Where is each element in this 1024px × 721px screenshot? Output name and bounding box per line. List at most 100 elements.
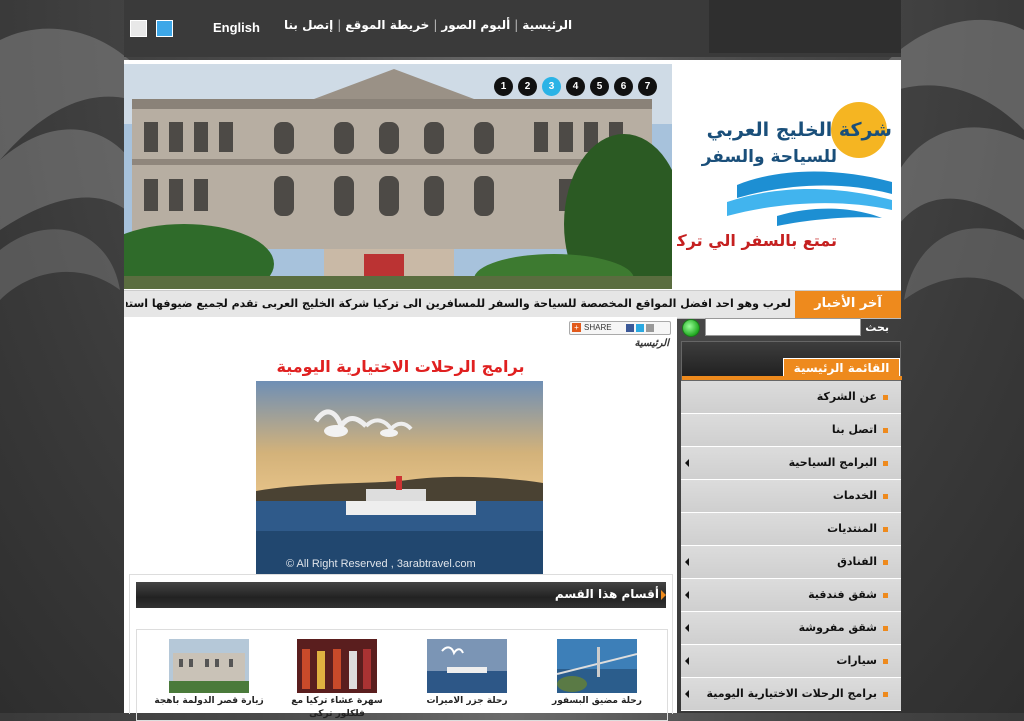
share-button[interactable]: + SHARE bbox=[569, 321, 671, 335]
page-wrapper: English الرئيسية|ألبوم الصور|خريطة الموق… bbox=[124, 0, 902, 721]
header-arrow-icon bbox=[661, 590, 666, 600]
bullet-icon bbox=[883, 593, 888, 598]
twitter-icon[interactable] bbox=[635, 323, 644, 332]
dolmabahce-image bbox=[169, 639, 249, 693]
palace-image bbox=[124, 64, 672, 289]
style-switch-light[interactable] bbox=[130, 20, 147, 37]
slider-page-3[interactable]: 3 bbox=[542, 77, 561, 96]
subsections-grid: رحلة مضيق البسفور رحلة جزر الاميرات سهرة… bbox=[136, 629, 668, 721]
menu-item[interactable]: الفنادق bbox=[681, 546, 901, 579]
breadcrumb[interactable]: الرئيسية bbox=[635, 338, 669, 349]
news-ticker-text[interactable]: لعرب وهو احد افضل المواقع المخصصة للسياح… bbox=[126, 297, 791, 310]
photo-watermark: © All Right Reserved , 3arabtravel.com bbox=[286, 558, 476, 570]
bullet-icon bbox=[883, 692, 888, 697]
menu-item-label: شقق فندقية bbox=[808, 588, 877, 601]
menu-item-label: المنتديات bbox=[827, 522, 877, 535]
email-icon[interactable] bbox=[645, 323, 654, 332]
subsections-box: أقسام هذا القسم رحلة مضيق البسفور رحلة ج… bbox=[129, 574, 673, 721]
seagulls-photo: © All Right Reserved , 3arabtravel.com bbox=[256, 381, 543, 574]
nav-home[interactable]: الرئيسية bbox=[522, 18, 572, 32]
main-content: + SHARE الرئيسية برامج الرحلات الاختيارية… bbox=[124, 317, 677, 721]
nav-photo-album[interactable]: ألبوم الصور bbox=[441, 18, 510, 32]
thumb-dolmabahce[interactable]: زيارة قصر الدولمة باهجة bbox=[149, 639, 269, 708]
slider-page-4[interactable]: 4 bbox=[566, 77, 585, 96]
bullet-icon bbox=[883, 626, 888, 631]
slider-page-6[interactable]: 6 bbox=[614, 77, 633, 96]
logo-graphic: شركة الخليج العربي للسياحة والسفر تمتع ب… bbox=[665, 102, 892, 251]
menu-item-label: شقق مفروشة bbox=[798, 621, 877, 634]
slider-page-5[interactable]: 5 bbox=[590, 77, 609, 96]
subsections-title: أقسام هذا القسم bbox=[554, 587, 659, 601]
subsections-header: أقسام هذا القسم bbox=[136, 582, 666, 608]
submenu-arrow-icon bbox=[685, 459, 689, 467]
bosphorus-image bbox=[557, 639, 637, 693]
bullet-icon bbox=[883, 395, 888, 400]
top-bar-panel bbox=[709, 0, 901, 53]
bullet-icon bbox=[883, 428, 888, 433]
bullet-icon bbox=[883, 494, 888, 499]
menu-item-label: البرامج السياحية bbox=[788, 456, 877, 469]
submenu-arrow-icon bbox=[685, 591, 689, 599]
menu-item[interactable]: برامج الرحلات الاختيارية اليومية bbox=[681, 678, 901, 711]
menu-item[interactable]: شقق مفروشة bbox=[681, 612, 901, 645]
menu-accent-bar bbox=[682, 376, 902, 380]
menu-item[interactable]: الخدمات bbox=[681, 480, 901, 513]
main-menu-title: القائمة الرئيسية bbox=[783, 358, 900, 377]
page-title: برامج الرحلات الاختيارية اليومية bbox=[276, 357, 525, 376]
nav-contact[interactable]: إتصل بنا bbox=[284, 18, 333, 32]
sidebar: بحث القائمة الرئيسية عن الشركة اتصل بنا ال… bbox=[681, 317, 902, 713]
slider-page-2[interactable]: 2 bbox=[518, 77, 537, 96]
thumb-caption[interactable]: زيارة قصر الدولمة باهجة bbox=[149, 695, 269, 708]
thumb-caption[interactable]: رحلة مضيق البسفور bbox=[537, 695, 657, 708]
islands-image bbox=[427, 639, 507, 693]
submenu-arrow-icon bbox=[685, 690, 689, 698]
menu-item[interactable]: عن الشركة bbox=[681, 381, 901, 414]
dinner-image bbox=[297, 639, 377, 693]
style-switch-blue[interactable] bbox=[156, 20, 173, 37]
header: 1234567 شركة الخليج العربي للسياحة والسف… bbox=[124, 60, 901, 290]
thumb-caption[interactable]: سهرة عشاء تركيا مع فلكلور تركى bbox=[277, 695, 397, 721]
slider-pagination: 1234567 bbox=[494, 77, 657, 96]
company-logo[interactable]: شركة الخليج العربي للسياحة والسفر تمتع ب… bbox=[665, 90, 901, 260]
menu-item-label: الخدمات bbox=[832, 489, 877, 502]
share-label: SHARE bbox=[584, 323, 612, 332]
submenu-arrow-icon bbox=[685, 558, 689, 566]
logo-company-name: شركة الخليج العربي bbox=[707, 119, 892, 141]
menu-item[interactable]: المنتديات bbox=[681, 513, 901, 546]
logo-tagline: تمتع بالسفر الي تركيا bbox=[677, 231, 837, 251]
menu-item[interactable]: البرامج السياحية bbox=[681, 447, 901, 480]
submenu-arrow-icon bbox=[685, 657, 689, 665]
english-link[interactable]: English bbox=[213, 20, 260, 35]
thumb-bosphorus[interactable]: رحلة مضيق البسفور bbox=[537, 639, 657, 708]
slider-page-7[interactable]: 7 bbox=[638, 77, 657, 96]
search-icon[interactable] bbox=[682, 319, 700, 337]
search-row: بحث bbox=[681, 317, 901, 339]
search-label: بحث bbox=[865, 321, 889, 334]
top-bar: English الرئيسية|ألبوم الصور|خريطة الموق… bbox=[124, 0, 901, 57]
menu-item-label: سيارات bbox=[836, 654, 877, 667]
slider-page-1[interactable]: 1 bbox=[494, 77, 513, 96]
share-plus-icon: + bbox=[572, 323, 581, 332]
main-menu-list: عن الشركة اتصل بنا البرامج السياحية الخدمات… bbox=[681, 381, 901, 711]
banner-slideshow[interactable]: 1234567 bbox=[124, 64, 672, 289]
submenu-arrow-icon bbox=[685, 624, 689, 632]
nav-sitemap[interactable]: خريطة الموقع bbox=[345, 18, 429, 32]
bullet-icon bbox=[883, 461, 888, 466]
menu-item[interactable]: اتصل بنا bbox=[681, 414, 901, 447]
thumb-dinner-folklore[interactable]: سهرة عشاء تركيا مع فلكلور تركى bbox=[277, 639, 397, 721]
thumb-caption[interactable]: رحلة جزر الاميرات bbox=[407, 695, 527, 708]
facebook-icon[interactable] bbox=[625, 323, 634, 332]
bullet-icon bbox=[883, 560, 888, 565]
menu-item[interactable]: شقق فندقية bbox=[681, 579, 901, 612]
bullet-icon bbox=[883, 659, 888, 664]
thumb-princes-islands[interactable]: رحلة جزر الاميرات bbox=[407, 639, 527, 708]
news-ticker-bar: لعرب وهو احد افضل المواقع المخصصة للسياح… bbox=[124, 290, 901, 319]
top-nav: الرئيسية|ألبوم الصور|خريطة الموقع|إتصل ب… bbox=[284, 18, 573, 32]
menu-item[interactable]: سيارات bbox=[681, 645, 901, 678]
menu-item-label: اتصل بنا bbox=[831, 423, 877, 436]
logo-subtitle: للسياحة والسفر bbox=[701, 147, 837, 167]
menu-item-label: الفنادق bbox=[837, 555, 877, 568]
menu-item-label: برامج الرحلات الاختيارية اليومية bbox=[706, 687, 877, 700]
search-input[interactable] bbox=[705, 318, 861, 336]
main-menu-header: القائمة الرئيسية bbox=[681, 341, 902, 381]
